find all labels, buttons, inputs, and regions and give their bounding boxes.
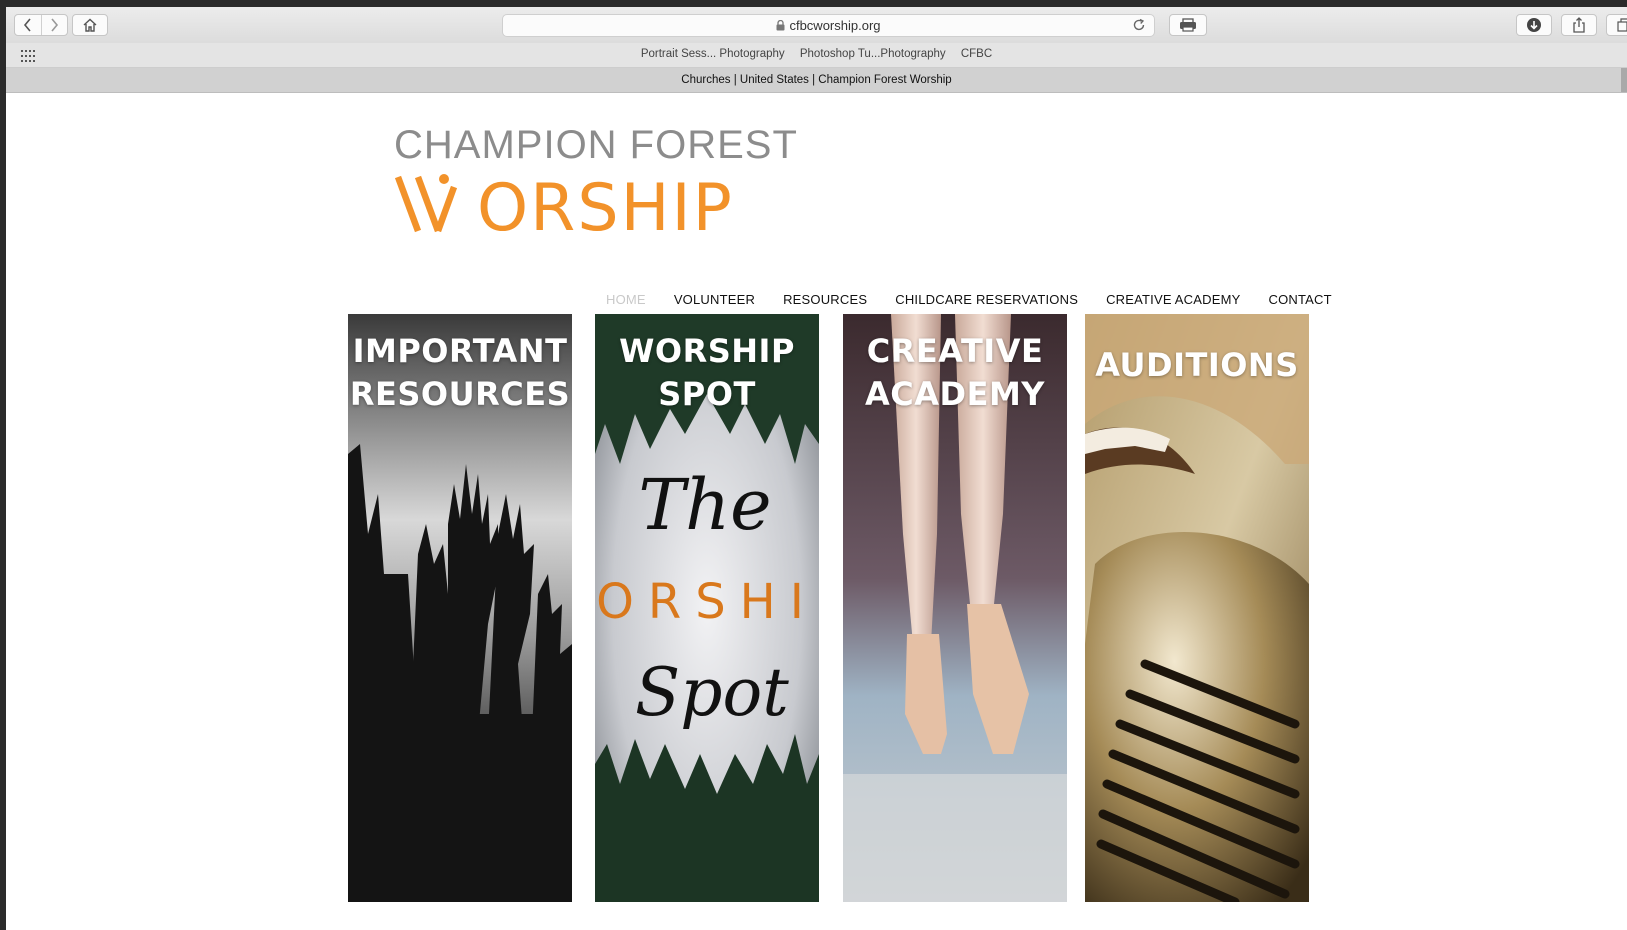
nav-contact[interactable]: CONTACT (1269, 292, 1332, 307)
favorite-link[interactable]: Photoshop Tu...Photography (800, 48, 946, 60)
tile-title: AUDITIONS (1095, 346, 1299, 384)
nav-home[interactable]: HOME (606, 292, 646, 307)
favorites-list: Portrait Sess... Photography Photoshop T… (6, 48, 1627, 60)
back-button[interactable] (15, 15, 42, 35)
nav-childcare-reservations[interactable]: CHILDCARE RESERVATIONS (895, 292, 1078, 307)
microphone-image (1085, 314, 1309, 902)
svg-text:ORSHIP: ORSHIP (477, 171, 734, 239)
url-text: cfbcworship.org (789, 18, 881, 33)
downloads-button[interactable] (1516, 14, 1552, 36)
chevron-right-icon (51, 18, 59, 32)
logo-wordmark: ORSHIP (394, 171, 734, 239)
browser-toolbar: cfbcworship.org (6, 7, 1627, 44)
logo-top-line: CHAMPION FOREST (394, 123, 798, 167)
tile-title: CREATIVE ACADEMY (865, 332, 1045, 413)
script-spot: Spot (635, 654, 789, 731)
favorite-link[interactable]: CFBC (961, 48, 992, 60)
tile-auditions[interactable]: AUDITIONS (1085, 314, 1309, 902)
forward-button[interactable] (42, 15, 68, 35)
web-page: CHAMPION FOREST ORSHIP HOME VOLUNTEER RE… (6, 93, 1627, 930)
main-navigation: HOME VOLUNTEER RESOURCES CHILDCARE RESER… (606, 292, 1332, 307)
home-icon (83, 18, 97, 32)
nav-creative-academy[interactable]: CREATIVE ACADEMY (1106, 292, 1240, 307)
tile-important-resources[interactable]: IMPORTANT RESOURCES (348, 314, 572, 902)
reload-icon[interactable] (1132, 18, 1146, 35)
tabs-overview-button[interactable] (1606, 14, 1627, 36)
worship-word: ORSHI (596, 574, 818, 630)
chevron-left-icon (23, 18, 31, 32)
nav-volunteer[interactable]: VOLUNTEER (674, 292, 755, 307)
tile-title: WORSHIP SPOT (619, 332, 795, 413)
home-button[interactable] (72, 14, 108, 36)
download-icon (1527, 18, 1541, 32)
active-tab-title[interactable]: Churches | United States | Champion Fore… (681, 74, 951, 86)
back-forward-group (14, 14, 68, 36)
favorite-link[interactable]: Portrait Sess... Photography (641, 48, 785, 60)
tabs-icon (1617, 18, 1627, 32)
lock-icon (776, 20, 785, 31)
favorites-bar: Portrait Sess... Photography Photoshop T… (6, 43, 1627, 68)
tab-scroll-handle[interactable] (1621, 68, 1627, 92)
printer-icon (1180, 18, 1196, 32)
address-bar[interactable]: cfbcworship.org (502, 14, 1155, 37)
tile-worship-spot[interactable]: WORSHIP SPOT The ORSHI Spot (595, 314, 819, 902)
nav-resources[interactable]: RESOURCES (783, 292, 867, 307)
share-button[interactable] (1561, 14, 1597, 36)
tab-bar: Churches | United States | Champion Fore… (6, 68, 1627, 93)
site-logo[interactable]: CHAMPION FOREST ORSHIP (394, 123, 797, 239)
print-button[interactable] (1169, 14, 1207, 36)
script-the: The (638, 464, 772, 546)
tile-title: IMPORTANT RESOURCES (349, 332, 571, 413)
tile-creative-academy[interactable]: CREATIVE ACADEMY (843, 314, 1067, 902)
share-icon (1573, 17, 1585, 33)
browser-window: cfbcworship.org Portrait Sess... Photogr… (6, 7, 1627, 930)
